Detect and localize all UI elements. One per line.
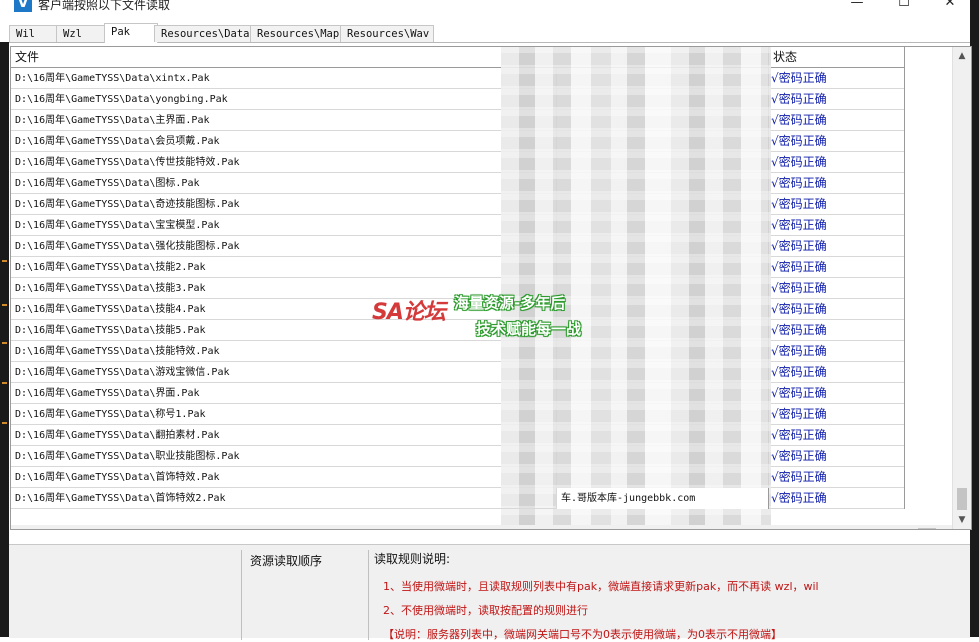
app-icon: V bbox=[14, 0, 32, 12]
status-cell: √密码正确 bbox=[769, 131, 905, 152]
rule-note: 【说明：服务器列表中，微端网关端口号不为0表示使用微端，为0表示不用微端】 bbox=[383, 628, 782, 641]
status-cell: √密码正确 bbox=[769, 488, 905, 509]
file-path-cell: D:\16周年\GameTYSS\Data\首饰特效2.Pak bbox=[11, 488, 557, 509]
status-cell: √密码正确 bbox=[769, 257, 905, 278]
scroll-right-icon[interactable]: > bbox=[936, 525, 952, 529]
status-cell: √密码正确 bbox=[769, 320, 905, 341]
file-path-cell: D:\16周年\GameTYSS\Data\游戏宝微信.Pak bbox=[11, 362, 557, 383]
scroll-down-icon[interactable]: ▼ bbox=[953, 511, 971, 529]
tab-wzl[interactable]: Wzl bbox=[56, 25, 108, 42]
status-cell: √密码正确 bbox=[769, 68, 905, 89]
resource-order-label: 资源读取顺序 bbox=[250, 554, 323, 568]
status-cell: √密码正确 bbox=[769, 341, 905, 362]
file-path-cell: D:\16周年\GameTYSS\Data\职业技能图标.Pak bbox=[11, 446, 557, 467]
horizontal-scroll-thumb[interactable] bbox=[918, 528, 936, 529]
file-path-cell: D:\16周年\GameTYSS\Data\会员项戴.Pak bbox=[11, 131, 557, 152]
rule-line-2: 2、不使用微端时，读取按配置的规则进行 bbox=[383, 604, 588, 617]
tab-pak[interactable]: Pak bbox=[104, 23, 158, 43]
file-path-cell: D:\16周年\GameTYSS\Data\翻拍素材.Pak bbox=[11, 425, 557, 446]
file-path-cell: D:\16周年\GameTYSS\Data\xintx.Pak bbox=[11, 68, 557, 89]
minimize-button[interactable]: — bbox=[835, 0, 879, 14]
file-path-cell: D:\16周年\GameTYSS\Data\技能4.Pak bbox=[11, 299, 557, 320]
file-table[interactable]: 文件 状态 D:\16周年\GameTYSS\Data\xintx.Pak √密码… bbox=[10, 46, 972, 530]
status-cell: √密码正确 bbox=[769, 383, 905, 404]
rule-line-1: 1、当使用微端时，且读取规则列表中有pak，微端直接请求更新pak，而不再读 w… bbox=[383, 580, 819, 593]
table-row[interactable]: D:\16周年\GameTYSS\Data\首饰特效2.Pak 车.哥版本库-ju… bbox=[11, 488, 905, 509]
status-cell: √密码正确 bbox=[769, 446, 905, 467]
title-bar: V 客户端按照以下文件读取 — ☐ ✕ bbox=[0, 0, 979, 14]
status-cell: √密码正确 bbox=[769, 467, 905, 488]
left-edge bbox=[0, 42, 9, 637]
file-path-cell: D:\16周年\GameTYSS\Data\界面.Pak bbox=[11, 383, 557, 404]
file-path-cell: D:\16周年\GameTYSS\Data\首饰特效.Pak bbox=[11, 467, 557, 488]
file-path-cell: D:\16周年\GameTYSS\Data\技能5.Pak bbox=[11, 320, 557, 341]
window-title: 客户端按照以下文件读取 bbox=[38, 0, 171, 12]
status-cell: √密码正确 bbox=[769, 362, 905, 383]
rules-title: 读取规则说明: bbox=[374, 552, 451, 566]
status-cell: √密码正确 bbox=[769, 299, 905, 320]
status-cell: √密码正确 bbox=[769, 215, 905, 236]
vertical-scroll-thumb[interactable] bbox=[957, 488, 967, 510]
status-cell: √密码正确 bbox=[769, 173, 905, 194]
tab-resources-wav[interactable]: Resources\Wav bbox=[340, 25, 434, 42]
maximize-button[interactable]: ☐ bbox=[882, 0, 926, 14]
status-cell: √密码正确 bbox=[769, 110, 905, 131]
status-cell: √密码正确 bbox=[769, 194, 905, 215]
file-path-cell: D:\16周年\GameTYSS\Data\主界面.Pak bbox=[11, 110, 557, 131]
resource-order-list[interactable]: 资源读取顺序 bbox=[241, 550, 369, 640]
status-cell: √密码正确 bbox=[769, 425, 905, 446]
file-path-cell: D:\16周年\GameTYSS\Data\技能3.Pak bbox=[11, 278, 557, 299]
status-cell: √密码正确 bbox=[769, 404, 905, 425]
file-path-cell: D:\16周年\GameTYSS\Data\称号1.Pak bbox=[11, 404, 557, 425]
scroll-up-icon[interactable]: ▲ bbox=[953, 47, 971, 65]
vertical-scrollbar[interactable]: ▲ ▼ bbox=[952, 47, 971, 529]
tab-bar: Wil Wzl Pak Resources\Data Resources\Map… bbox=[0, 23, 979, 43]
file-path-cell: D:\16周年\GameTYSS\Data\技能特效.Pak bbox=[11, 341, 557, 362]
horizontal-scrollbar[interactable]: < > bbox=[11, 525, 952, 529]
status-cell: √密码正确 bbox=[769, 278, 905, 299]
file-path-cell: D:\16周年\GameTYSS\Data\技能2.Pak bbox=[11, 257, 557, 278]
tab-wil[interactable]: Wil bbox=[9, 25, 61, 42]
tab-resources-data[interactable]: Resources\Data bbox=[154, 25, 252, 42]
status-cell: √密码正确 bbox=[769, 236, 905, 257]
tab-resources-map[interactable]: Resources\Map bbox=[250, 25, 344, 42]
column-header-status[interactable]: 状态 bbox=[769, 47, 905, 67]
file-path-cell: D:\16周年\GameTYSS\Data\传世技能特效.Pak bbox=[11, 152, 557, 173]
file-path-cell: D:\16周年\GameTYSS\Data\奇迹技能图标.Pak bbox=[11, 194, 557, 215]
extra-cell: 车.哥版本库-jungebbk.com bbox=[557, 488, 769, 509]
status-cell: √密码正确 bbox=[769, 89, 905, 110]
file-path-cell: D:\16周年\GameTYSS\Data\yongbing.Pak bbox=[11, 89, 557, 110]
file-path-cell: D:\16周年\GameTYSS\Data\图标.Pak bbox=[11, 173, 557, 194]
status-cell: √密码正确 bbox=[769, 152, 905, 173]
file-path-cell: D:\16周年\GameTYSS\Data\宝宝模型.Pak bbox=[11, 215, 557, 236]
file-path-cell: D:\16周年\GameTYSS\Data\强化技能图标.Pak bbox=[11, 236, 557, 257]
scroll-left-icon[interactable]: < bbox=[11, 525, 27, 529]
close-button[interactable]: ✕ bbox=[928, 0, 972, 14]
bottom-panel: 资源读取顺序 读取规则说明: 1、当使用微端时，且读取规则列表中有pak，微端直… bbox=[9, 544, 970, 641]
